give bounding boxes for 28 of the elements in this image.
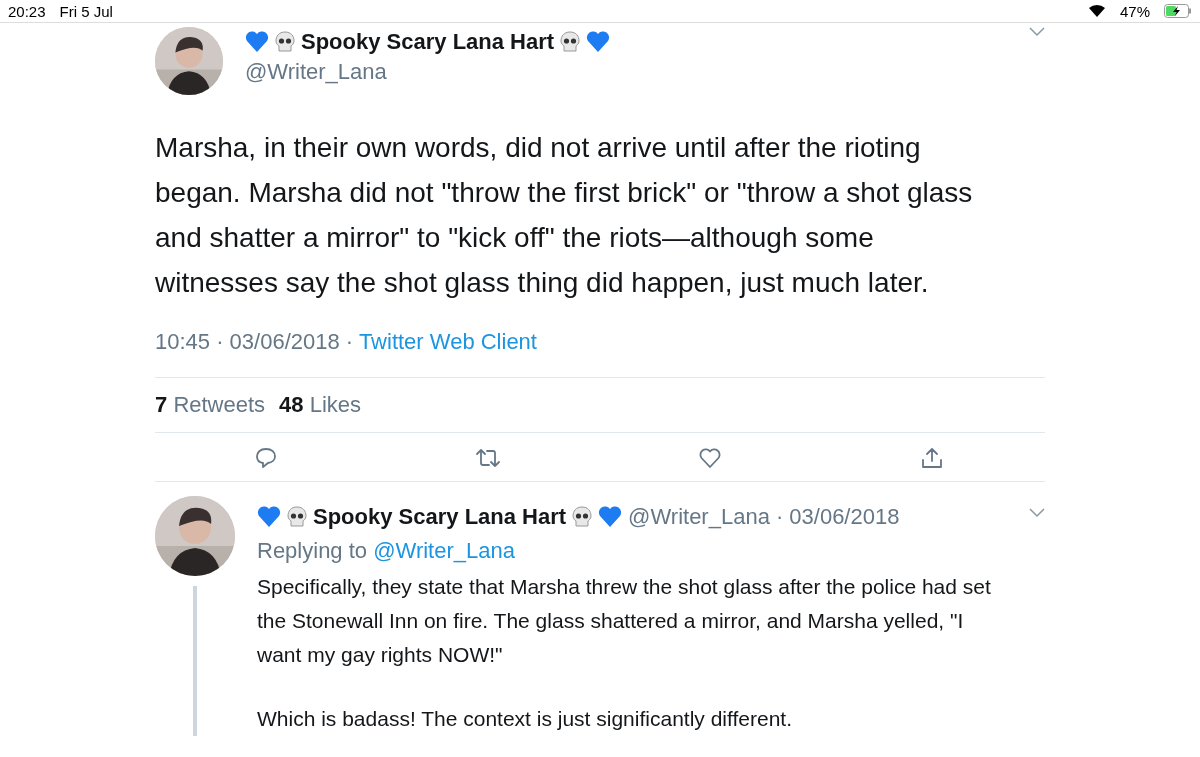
author-handle: @Writer_Lana bbox=[245, 59, 388, 85]
author-handle: @Writer_Lana bbox=[628, 504, 770, 530]
skull-icon bbox=[572, 506, 593, 528]
heart-icon bbox=[245, 31, 269, 53]
heart-icon bbox=[586, 31, 611, 53]
skull-icon bbox=[560, 31, 581, 53]
heart-icon bbox=[257, 506, 281, 528]
skull-icon bbox=[275, 31, 295, 53]
replying-label: Replying to @Writer_Lana bbox=[257, 538, 516, 564]
skull-icon bbox=[287, 506, 307, 528]
chevron-icon[interactable] bbox=[1029, 27, 1045, 37]
reply-text: Specifically, they state that Marsha threw the shot glass after the police had set the Stonewall Inn on fire. The glass shattered a mirror, and Marsha yelled, "I want my gay rights NOW!" bbox=[257, 574, 992, 668]
status-date: Fri 5 Jul bbox=[59, 2, 113, 20]
share-button[interactable] bbox=[919, 445, 945, 471]
heart-icon bbox=[598, 506, 623, 528]
battery-percentage: 47% bbox=[1119, 2, 1150, 20]
tweet-timestamp: 10:45 · 03/06/2018 · Twitter Web Client bbox=[155, 329, 1045, 378]
reply-button[interactable] bbox=[253, 445, 279, 471]
wifi-icon bbox=[1087, 4, 1106, 18]
author-name: Spooky Scary Lana Hart bbox=[313, 504, 567, 530]
author-name: Spooky Scary Lana Hart bbox=[301, 29, 555, 55]
reply-text: Which is badass! The context is just significantly different. bbox=[257, 706, 793, 732]
reply-date: · 03/06/2018 bbox=[775, 504, 900, 530]
tweet-text: Marsha, in their own words, did not arrive until after the rioting began. Marsha did not "throw the first brick" or "throw a shot glass and shatter a mirror" to "kick off" the riots—although some witnesses say the shot glass thing did happen, just much later. bbox=[155, 131, 974, 300]
status-time: 20:23 bbox=[8, 2, 46, 20]
likes-count[interactable]: 48 Likes bbox=[279, 392, 362, 418]
chevron-icon[interactable] bbox=[1029, 508, 1045, 518]
retweets-count[interactable]: 7 Retweets bbox=[155, 392, 266, 418]
